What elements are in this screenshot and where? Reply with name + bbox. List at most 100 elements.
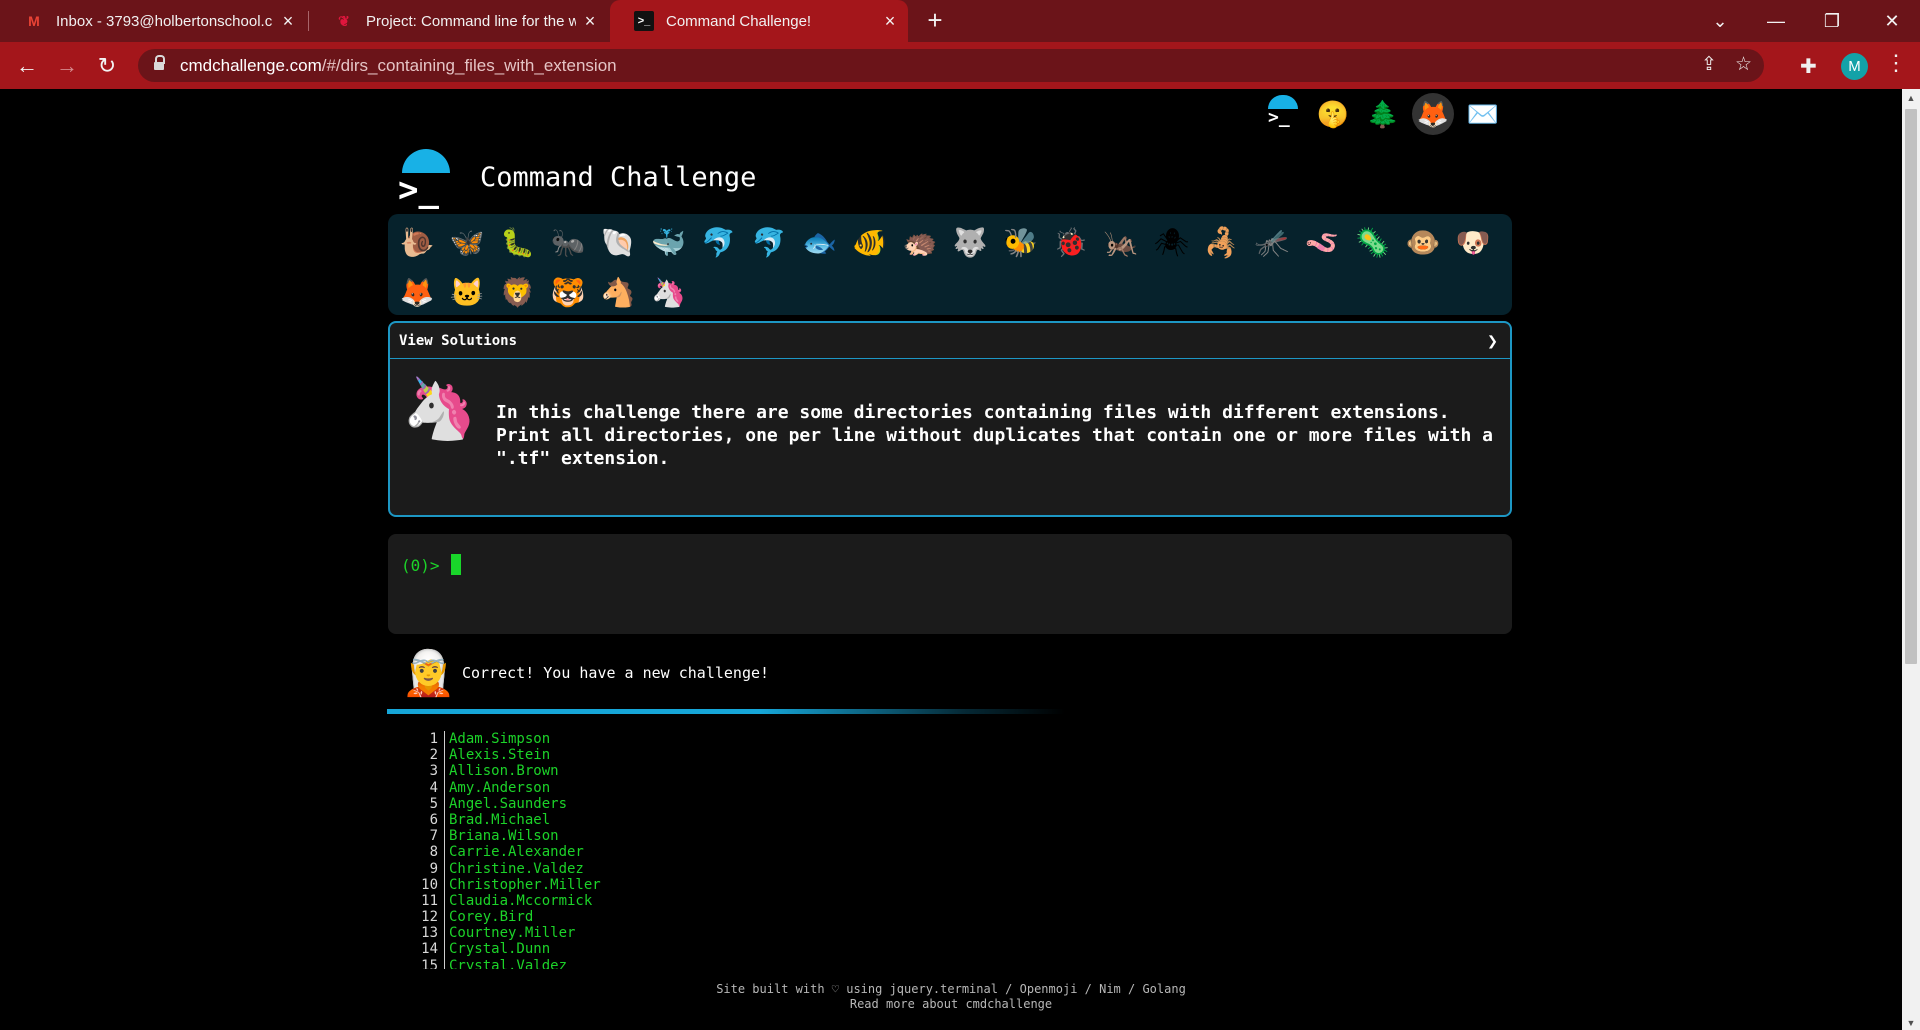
line-number: 6 bbox=[429, 811, 438, 828]
envelope-icon[interactable]: ✉️ bbox=[1462, 93, 1504, 135]
challenge-animal-icon[interactable]: 🐠 bbox=[845, 218, 895, 268]
output-value: Claudia.Mccormick bbox=[444, 892, 592, 910]
tab-label: Project: Command line for the wi bbox=[366, 12, 576, 30]
close-tab-icon[interactable]: × bbox=[880, 11, 900, 31]
address-bar[interactable]: cmdchallenge.com/#/dirs_containing_files… bbox=[138, 49, 1764, 82]
output-value: Allison.Brown bbox=[444, 763, 559, 780]
challenge-animal-icon[interactable]: 🐳 bbox=[643, 218, 693, 268]
close-window-button[interactable]: ✕ bbox=[1864, 0, 1920, 42]
minimize-button[interactable]: — bbox=[1748, 0, 1804, 42]
line-number: 8 bbox=[429, 844, 438, 861]
shushing-face-icon[interactable]: 🤫 bbox=[1312, 93, 1354, 135]
challenge-animal-icon[interactable]: 🦗 bbox=[1096, 218, 1146, 268]
output-line: 10 Christopher.Miller bbox=[420, 876, 601, 893]
holberton-icon: ❦ bbox=[338, 12, 350, 29]
challenge-animal-icon[interactable]: 🐬 bbox=[744, 218, 794, 268]
bookmark-star-icon[interactable]: ☆ bbox=[1735, 53, 1752, 76]
line-number: 7 bbox=[429, 828, 438, 845]
terminal-input[interactable]: (0)> bbox=[388, 534, 1512, 634]
challenge-animal-icon[interactable]: 🐺 bbox=[945, 218, 995, 268]
challenge-animal-icon[interactable]: 🐟 bbox=[794, 218, 844, 268]
challenge-animal-icon[interactable]: 🐱 bbox=[442, 268, 492, 318]
gmail-icon: M bbox=[28, 13, 40, 29]
output-line: 3 Allison.Brown bbox=[420, 763, 601, 780]
line-number: 9 bbox=[429, 860, 438, 877]
challenge-animal-icon[interactable]: 🐯 bbox=[543, 268, 593, 318]
close-tab-icon[interactable]: × bbox=[580, 11, 600, 31]
challenge-animal-icon[interactable]: 🐞 bbox=[1046, 218, 1096, 268]
challenge-animal-icon[interactable]: 🦔 bbox=[895, 218, 945, 268]
challenge-animal-icon[interactable]: 🦁 bbox=[493, 268, 543, 318]
site-header: >_ Command Challenge bbox=[388, 147, 756, 207]
tab-strip: M Inbox - 3793@holbertonschool.c × ❦ Pro… bbox=[0, 0, 1920, 42]
output-line: 12 Corey.Bird bbox=[420, 909, 601, 926]
challenge-animal-icon[interactable]: 🦊 bbox=[392, 268, 442, 318]
scrollbar-thumb[interactable] bbox=[1905, 109, 1917, 664]
share-icon[interactable]: ⇪ bbox=[1701, 53, 1717, 76]
challenge-animal-icon[interactable]: 🐌 bbox=[392, 218, 442, 268]
chevron-right-icon[interactable]: ❯ bbox=[1487, 331, 1498, 352]
line-number: 12 bbox=[421, 909, 438, 926]
terminal-cursor bbox=[451, 554, 461, 575]
challenge-animal-icon[interactable]: 🐬 bbox=[694, 218, 744, 268]
challenge-animal-icon[interactable]: 🐚 bbox=[593, 218, 643, 268]
reload-button[interactable]: ↻ bbox=[92, 51, 122, 81]
line-number: 5 bbox=[429, 795, 438, 812]
page-title: Command Challenge bbox=[480, 161, 757, 193]
tab-search-icon[interactable]: ⌄ bbox=[1692, 0, 1748, 42]
logo[interactable]: >_ bbox=[388, 149, 460, 207]
feedback-text: Correct! You have a new challenge! bbox=[462, 664, 770, 682]
challenge-animal-icon[interactable]: 🦄 bbox=[643, 268, 693, 318]
output-line: 11 Claudia.Mccormick bbox=[420, 892, 601, 910]
profile-avatar[interactable]: M bbox=[1841, 53, 1868, 80]
scroll-up-icon[interactable]: ▲ bbox=[1902, 93, 1920, 103]
challenge-animal-icon[interactable]: 🐶 bbox=[1448, 218, 1498, 268]
output-line: 13 Courtney.Miller bbox=[420, 925, 601, 942]
view-solutions-label: View Solutions bbox=[399, 332, 518, 349]
challenge-animal-icon[interactable]: 🐜 bbox=[543, 218, 593, 268]
output-value: Courtney.Miller bbox=[444, 925, 575, 942]
challenge-animal-icon[interactable]: 🐝 bbox=[996, 218, 1046, 268]
challenge-animal-icon[interactable]: 🐴 bbox=[593, 268, 643, 318]
output-line: 1 Adam.Simpson bbox=[420, 731, 601, 748]
page-scrollbar[interactable]: ▲ ▼ bbox=[1902, 89, 1920, 1030]
tree-icon[interactable]: 🌲 bbox=[1362, 93, 1404, 135]
output-line: 15 Crystal.Valdez bbox=[420, 957, 601, 969]
line-number: 1 bbox=[429, 731, 438, 747]
challenge-panel: View Solutions ❯ 🦄 In this challenge the… bbox=[388, 321, 1512, 517]
challenge-animal-icon[interactable]: 🪱 bbox=[1297, 218, 1347, 268]
challenge-animal-icon[interactable]: 🦂 bbox=[1197, 218, 1247, 268]
challenge-animal-icon[interactable]: 🐵 bbox=[1398, 218, 1448, 268]
challenge-animal-icon[interactable]: 🦠 bbox=[1348, 218, 1398, 268]
back-button[interactable]: ← bbox=[12, 51, 42, 81]
output-value: Carrie.Alexander bbox=[444, 844, 584, 861]
challenge-animal-icon[interactable]: 🕷 bbox=[1146, 218, 1196, 268]
elf-icon: 🧝 bbox=[401, 649, 456, 698]
tab-holberton[interactable]: ❦ Project: Command line for the wi × bbox=[310, 0, 608, 42]
challenge-animal-icon[interactable]: 🦟 bbox=[1247, 218, 1297, 268]
tab-gmail[interactable]: M Inbox - 3793@holbertonschool.c × bbox=[0, 0, 306, 42]
lock-icon[interactable] bbox=[154, 54, 165, 72]
progress-bar bbox=[387, 709, 1065, 714]
terminal-icon[interactable]: >_ bbox=[1262, 93, 1304, 135]
scroll-down-icon[interactable]: ▼ bbox=[1902, 1018, 1920, 1028]
gitlab-icon[interactable]: 🦊 bbox=[1412, 93, 1454, 135]
tab-label: Inbox - 3793@holbertonschool.c bbox=[56, 12, 273, 30]
challenge-animal-icon[interactable]: 🦋 bbox=[442, 218, 492, 268]
footer-about-link[interactable]: Read more about cmdchallenge bbox=[0, 997, 1902, 1012]
forward-button[interactable]: → bbox=[52, 51, 82, 81]
view-solutions-toggle[interactable]: View Solutions ❯ bbox=[390, 323, 1510, 359]
output-value: Amy.Anderson bbox=[444, 779, 550, 796]
browser-menu-icon[interactable]: ⋮ bbox=[1885, 50, 1907, 76]
output-line: 6 Brad.Michael bbox=[420, 811, 601, 829]
tab-cmdchallenge[interactable]: >_ Command Challenge! × bbox=[610, 0, 908, 42]
output-value: Brad.Michael bbox=[444, 811, 550, 829]
line-number: 2 bbox=[429, 747, 438, 764]
output-value: Christine.Valdez bbox=[444, 860, 584, 877]
extensions-puzzle-icon[interactable]: ✚ bbox=[1800, 54, 1817, 79]
output-value: Crystal.Dunn bbox=[444, 941, 550, 958]
challenge-animal-icon[interactable]: 🐛 bbox=[493, 218, 543, 268]
restore-button[interactable]: ❐ bbox=[1804, 0, 1860, 42]
new-tab-button[interactable]: + bbox=[922, 7, 948, 34]
close-tab-icon[interactable]: × bbox=[278, 11, 298, 31]
